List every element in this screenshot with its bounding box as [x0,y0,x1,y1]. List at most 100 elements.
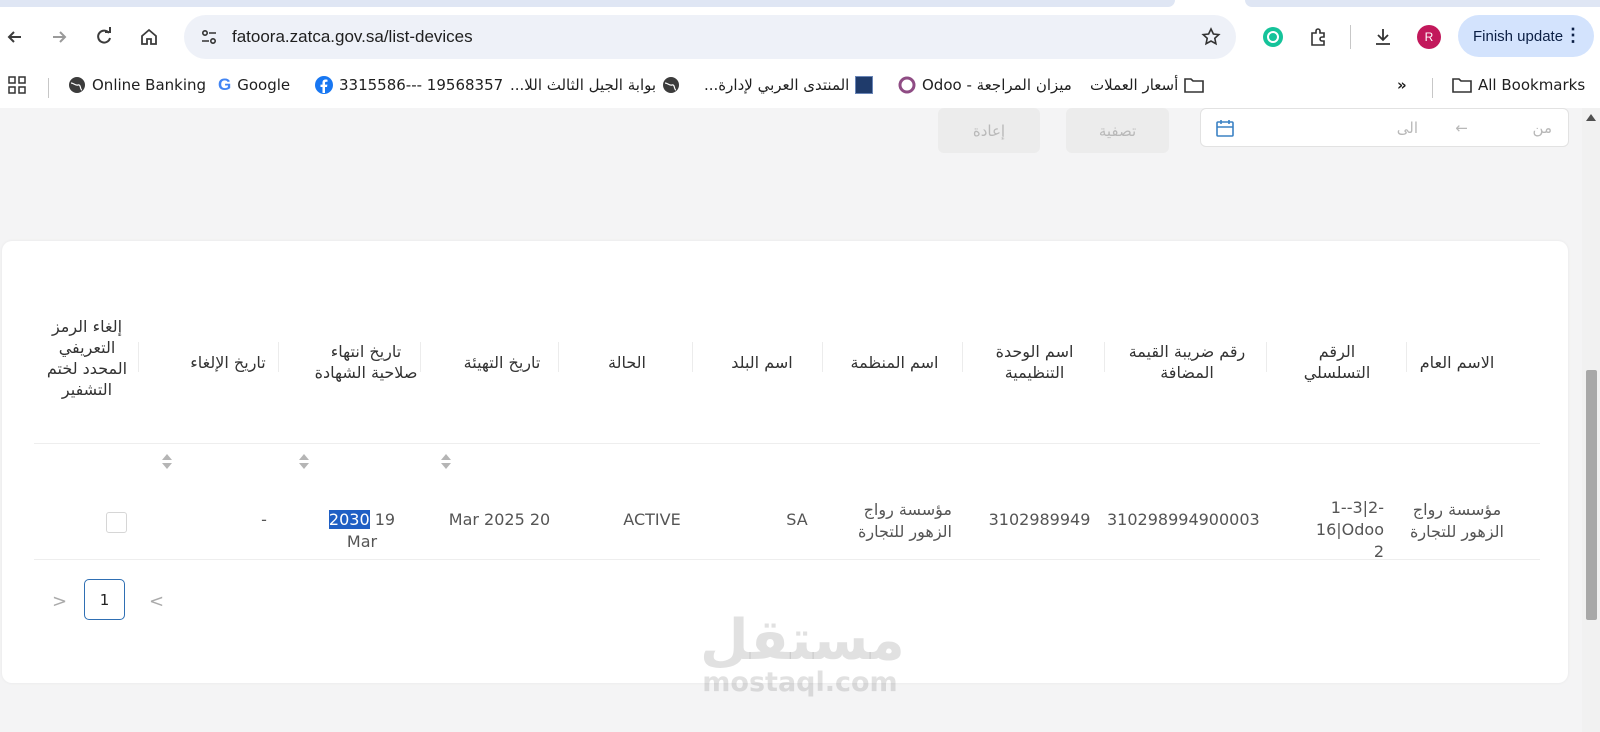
bookmark-divider [48,78,49,98]
bookmark-facebook[interactable]: 3315586--- 19568357 [315,74,503,96]
pagination-page[interactable]: 1 [84,579,125,620]
header-revoke-date[interactable]: تاريخ الإلغاء [188,332,268,392]
cell-revoke-date: - [261,510,267,529]
sort-revoke-date-icon[interactable] [162,453,172,471]
bookmark-label: Odoo - ميزان المراجعة [922,76,1072,94]
cell-org-unit: 3102989949 [988,510,1091,529]
cell-country: SA [786,510,808,529]
profile-avatar[interactable]: R [1417,25,1441,49]
extension-grammarly-icon[interactable] [1258,22,1288,52]
bookmark-label: أسعار العملات [1090,76,1179,94]
all-bookmarks-button[interactable]: All Bookmarks [1452,74,1585,96]
bookmark-arab-forum[interactable]: المنتدى العربي لإدارة... [704,74,874,96]
arrow-left-icon [7,31,21,43]
filter-button[interactable]: تصفية [1066,108,1169,153]
header-org-name: اسم المنظمة [850,352,939,372]
home-button[interactable] [134,22,164,52]
header-serial-number: الرقم التسلسلي [1303,342,1371,382]
header-divider [138,342,139,372]
header-divider [1406,342,1407,372]
pagination-prev[interactable]: < [149,591,164,612]
bookmark-online-banking[interactable]: Online Banking [68,74,206,96]
bookmark-google[interactable]: G Google [218,74,290,96]
tab-strip-right [1245,0,1600,7]
folder-icon [1184,78,1205,93]
reset-button[interactable]: إعادة [938,108,1040,153]
revoke-checkbox[interactable] [106,512,127,533]
header-divider [278,342,279,372]
odoo-icon [898,76,916,94]
site-settings-icon[interactable] [194,22,224,52]
scroll-up-arrow-icon[interactable] [1586,114,1596,121]
date-range-filter[interactable]: من ← الى [1200,108,1569,147]
header-divider [962,342,963,372]
browser-toolbar: fatoora.zatca.gov.sa/list-devices R Fini… [0,0,1600,108]
cell-org-name: مؤسسة رواج الزهور للتجارة [858,500,952,541]
sort-cert-expiry-icon[interactable] [299,453,309,471]
header-vat-number: رقم ضريبة القيمة المضافة [1128,342,1246,382]
address-bar[interactable]: fatoora.zatca.gov.sa/list-devices [184,15,1236,59]
watermark-arabic: مستقل [700,608,905,673]
google-icon: G [218,75,232,94]
facebook-icon [315,76,333,94]
page-content: من ← الى تصفية إعادة الاسم العام الرقم ا… [0,108,1582,732]
date-range-arrow: ← [1455,119,1468,137]
bookmark-label: 3315586--- 19568357 [339,76,504,94]
bookmarks-bar: Online Banking G Google 3315586--- 19568… [0,68,1600,100]
finish-update-label: Finish update [1473,27,1564,45]
date-to-placeholder[interactable]: الى [1397,119,1418,137]
bookmark-label: المنتدى العربي لإدارة... [704,76,850,94]
kebab-menu-icon[interactable]: ⋮ [1564,25,1582,46]
bookmark-third-gen-portal[interactable]: بوابة الجيل الثالث اللا... [510,74,680,96]
arrow-right-icon [53,31,67,43]
all-bookmarks-label: All Bookmarks [1478,76,1586,94]
page-scrollbar[interactable] [1582,108,1600,732]
header-country-name: اسم البلد [731,352,793,372]
cell-status: ACTIVE [623,510,681,529]
header-bottom-border [34,443,1540,444]
tab-strip [0,0,1175,7]
extensions-puzzle-icon[interactable] [1303,22,1333,52]
download-icon[interactable] [1368,22,1398,52]
date-from-placeholder[interactable]: من [1533,119,1552,137]
header-cert-expiry-date[interactable]: تاريخ انتهاء صلاحية الشهادة [314,321,418,403]
globe-icon [663,77,680,93]
forward-button[interactable] [44,22,74,52]
watermark-latin: mostaql.com [702,667,898,698]
expiry-day: 19 [374,510,396,529]
back-button[interactable] [0,22,30,52]
header-divider [692,342,693,372]
reload-icon [97,27,111,44]
apps-grid-icon[interactable] [8,74,26,96]
sort-onboarding-date-icon[interactable] [441,453,451,471]
header-divider [558,342,559,372]
bookmarks-overflow-button[interactable]: » [1397,74,1407,96]
pagination-next[interactable]: > [52,591,67,612]
site-icon [855,76,874,94]
header-common-name: الاسم العام [1419,352,1495,372]
bookmark-odoo[interactable]: Odoo - ميزان المراجعة [898,74,1072,96]
url-text[interactable]: fatoora.zatca.gov.sa/list-devices [232,27,473,47]
toolbar-divider [1350,25,1351,49]
finish-update-button[interactable]: Finish update ⋮ [1458,15,1594,57]
bookmark-star-icon[interactable] [1196,22,1226,52]
cell-serial-number: 1--3|2-16|Odoo 2 [1264,497,1384,563]
globe-icon [69,77,85,93]
header-divider [822,342,823,372]
header-onboarding-date[interactable]: تاريخ التهيئة [462,332,542,392]
expiry-month: Mar [346,532,378,551]
scroll-thumb[interactable] [1586,370,1597,620]
reload-button[interactable] [89,22,119,52]
serial-line-1: 1--3|2-16|Odoo [1315,498,1384,539]
header-divider [420,342,421,372]
calendar-icon[interactable] [1215,118,1235,138]
home-icon [141,28,157,45]
bookmark-label: Online Banking [92,76,207,94]
bookmark-divider [1432,78,1433,98]
cell-onboarding-date: 20 Mar 2025 [448,510,551,529]
header-revoke-csid: إلغاء الرمز التعريفي المحدد لختم التشفير [46,317,128,399]
bookmark-currency-rates[interactable]: أسعار العملات [1090,74,1205,96]
row-bottom-border [34,559,1540,560]
bookmark-label: بوابة الجيل الثالث اللا... [510,76,657,94]
cell-cert-expiry-date: 19 2030 Mar [312,509,412,553]
